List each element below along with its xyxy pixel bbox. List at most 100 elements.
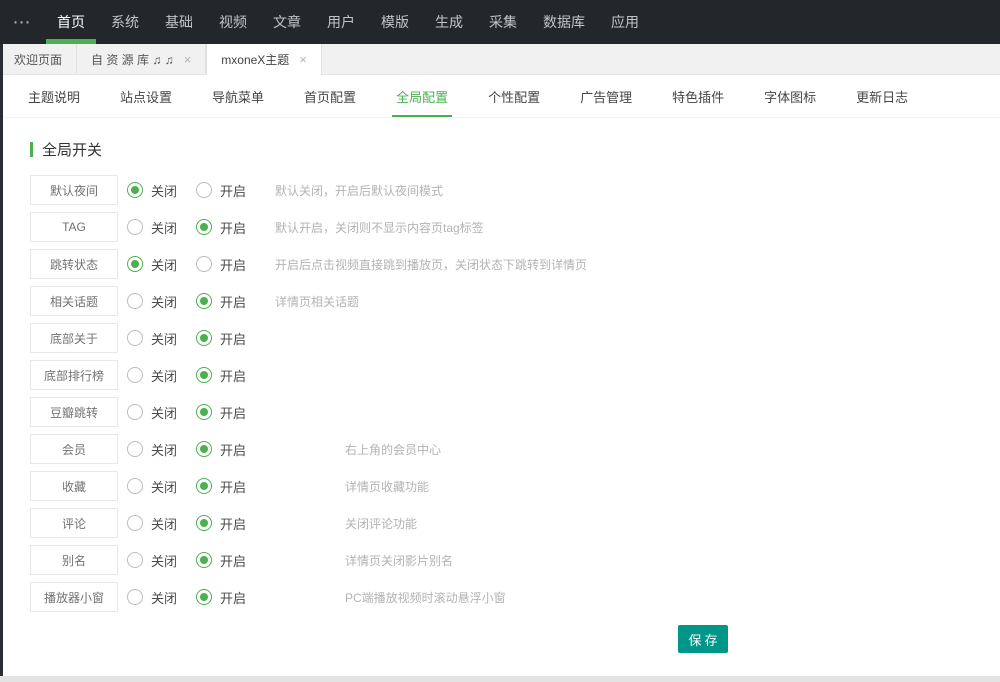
close-icon[interactable]: ×	[184, 52, 192, 67]
window-tab-mxonex[interactable]: mxoneX主题 ×	[206, 44, 322, 75]
nav-item-generate[interactable]: 生成	[422, 0, 476, 44]
switch-hint: 默认开启，关闭则不显示内容页tag标签	[275, 219, 484, 236]
radio-on[interactable]: 开启	[196, 551, 256, 570]
tab-font-icon[interactable]: 字体图标	[754, 75, 826, 117]
nav-item-app[interactable]: 应用	[598, 0, 652, 44]
radio-off[interactable]: 关闭	[127, 551, 187, 570]
radio-on[interactable]: 开启	[196, 477, 256, 496]
radio-on[interactable]: 开启	[196, 514, 256, 533]
tab-ad-manage[interactable]: 广告管理	[570, 75, 642, 117]
tab-personal-config[interactable]: 个性配置	[478, 75, 550, 117]
radio-circle-icon	[196, 256, 212, 272]
radio-off-label: 关闭	[151, 440, 177, 459]
radio-on[interactable]: 开启	[196, 366, 256, 385]
radio-on[interactable]: 开启	[196, 255, 256, 274]
radio-on-label: 开启	[220, 588, 246, 607]
window-tab-welcome[interactable]: 欢迎页面	[0, 44, 77, 74]
tab-changelog[interactable]: 更新日志	[846, 75, 918, 117]
nav-item-article[interactable]: 文章	[260, 0, 314, 44]
radio-circle-icon	[127, 404, 143, 420]
radio-circle-icon	[196, 404, 212, 420]
radio-circle-icon	[196, 293, 212, 309]
radio-on-label: 开启	[220, 181, 246, 200]
switch-label: 收藏	[30, 471, 118, 501]
radio-off-label: 关闭	[151, 292, 177, 311]
nav-item-video[interactable]: 视频	[206, 0, 260, 44]
window-left-edge	[0, 44, 3, 676]
radio-on-label: 开启	[220, 255, 246, 274]
radio-circle-icon	[127, 367, 143, 383]
tab-feature-plugin[interactable]: 特色插件	[662, 75, 734, 117]
switch-row-related-topic: 相关话题 关闭 开启 详情页相关话题	[0, 286, 1000, 316]
close-icon[interactable]: ×	[299, 52, 307, 67]
nav-item-home[interactable]: 首页	[44, 0, 98, 44]
radio-on[interactable]: 开启	[196, 218, 256, 237]
switch-label: TAG	[30, 212, 118, 242]
tab-nav-menu[interactable]: 导航菜单	[202, 75, 274, 117]
radio-on[interactable]: 开启	[196, 181, 256, 200]
save-button[interactable]: 保存	[678, 625, 728, 653]
window-tab-label: mxoneX主题	[221, 51, 289, 68]
nav-item-database[interactable]: 数据库	[530, 0, 598, 44]
section-accent-bar	[30, 142, 33, 157]
radio-on-label: 开启	[220, 366, 246, 385]
switch-hint: 详情页关闭影片别名	[345, 552, 453, 569]
switch-row-member: 会员 关闭 开启 右上角的会员中心	[0, 434, 1000, 464]
radio-on-label: 开启	[220, 329, 246, 348]
horizontal-scrollbar[interactable]	[0, 676, 1000, 682]
radio-off[interactable]: 关闭	[127, 440, 187, 459]
switch-row-night-mode: 默认夜间 关闭 开启 默认关闭，开启后默认夜间模式	[0, 175, 1000, 205]
window-tab-resource[interactable]: 自 资 源 库 ♫ ♫ ×	[77, 44, 206, 74]
radio-off[interactable]: 关闭	[127, 403, 187, 422]
switch-hint: 详情页相关话题	[275, 293, 359, 310]
nav-item-collect[interactable]: 采集	[476, 0, 530, 44]
radio-off-label: 关闭	[151, 514, 177, 533]
switch-row-alias: 别名 关闭 开启 详情页关闭影片别名	[0, 545, 1000, 575]
switch-label: 别名	[30, 545, 118, 575]
tab-theme-intro[interactable]: 主题说明	[18, 75, 90, 117]
global-switch-panel: 全局开关 默认夜间 关闭 开启 默认关闭，开启后默认夜间模式 TAG 关闭 开启…	[0, 118, 1000, 653]
tab-site-settings[interactable]: 站点设置	[110, 75, 182, 117]
switch-label: 豆瓣跳转	[30, 397, 118, 427]
switch-hint: 开启后点击视频直接跳到播放页，关闭状态下跳转到详情页	[275, 256, 587, 273]
radio-circle-icon	[127, 478, 143, 494]
radio-circle-icon	[127, 552, 143, 568]
window-tab-label: 欢迎页面	[14, 51, 62, 68]
radio-off-label: 关闭	[151, 551, 177, 570]
radio-off[interactable]: 关闭	[127, 588, 187, 607]
top-navbar: ⋯ 首页 系统 基础 视频 文章 用户 模版 生成 采集 数据库 应用	[0, 0, 1000, 44]
radio-circle-icon	[196, 478, 212, 494]
radio-off[interactable]: 关闭	[127, 477, 187, 496]
switch-row-mini-player: 播放器小窗 关闭 开启 PC端播放视频时滚动悬浮小窗	[0, 582, 1000, 612]
radio-on[interactable]: 开启	[196, 588, 256, 607]
switch-hint: 关闭评论功能	[345, 515, 417, 532]
radio-on[interactable]: 开启	[196, 440, 256, 459]
radio-off[interactable]: 关闭	[127, 181, 187, 200]
tab-home-config[interactable]: 首页配置	[294, 75, 366, 117]
radio-off[interactable]: 关闭	[127, 514, 187, 533]
nav-item-basic[interactable]: 基础	[152, 0, 206, 44]
radio-on-label: 开启	[220, 440, 246, 459]
radio-off[interactable]: 关闭	[127, 292, 187, 311]
radio-circle-icon	[127, 182, 143, 198]
switch-row-footer-about: 底部关于 关闭 开启	[0, 323, 1000, 353]
radio-off-label: 关闭	[151, 588, 177, 607]
radio-circle-icon	[196, 182, 212, 198]
tab-global-config[interactable]: 全局配置	[386, 75, 458, 117]
radio-circle-icon	[127, 256, 143, 272]
radio-on[interactable]: 开启	[196, 329, 256, 348]
radio-off-label: 关闭	[151, 181, 177, 200]
radio-on[interactable]: 开启	[196, 403, 256, 422]
section-title-text: 全局开关	[42, 139, 102, 160]
radio-circle-icon	[196, 441, 212, 457]
nav-item-template[interactable]: 模版	[368, 0, 422, 44]
radio-off[interactable]: 关闭	[127, 329, 187, 348]
radio-off[interactable]: 关闭	[127, 366, 187, 385]
radio-off[interactable]: 关闭	[127, 218, 187, 237]
more-menu-icon[interactable]: ⋯	[0, 0, 44, 44]
config-tabbar: 主题说明 站点设置 导航菜单 首页配置 全局配置 个性配置 广告管理 特色插件 …	[0, 75, 1000, 118]
radio-on[interactable]: 开启	[196, 292, 256, 311]
nav-item-user[interactable]: 用户	[314, 0, 368, 44]
nav-item-system[interactable]: 系统	[98, 0, 152, 44]
radio-off[interactable]: 关闭	[127, 255, 187, 274]
